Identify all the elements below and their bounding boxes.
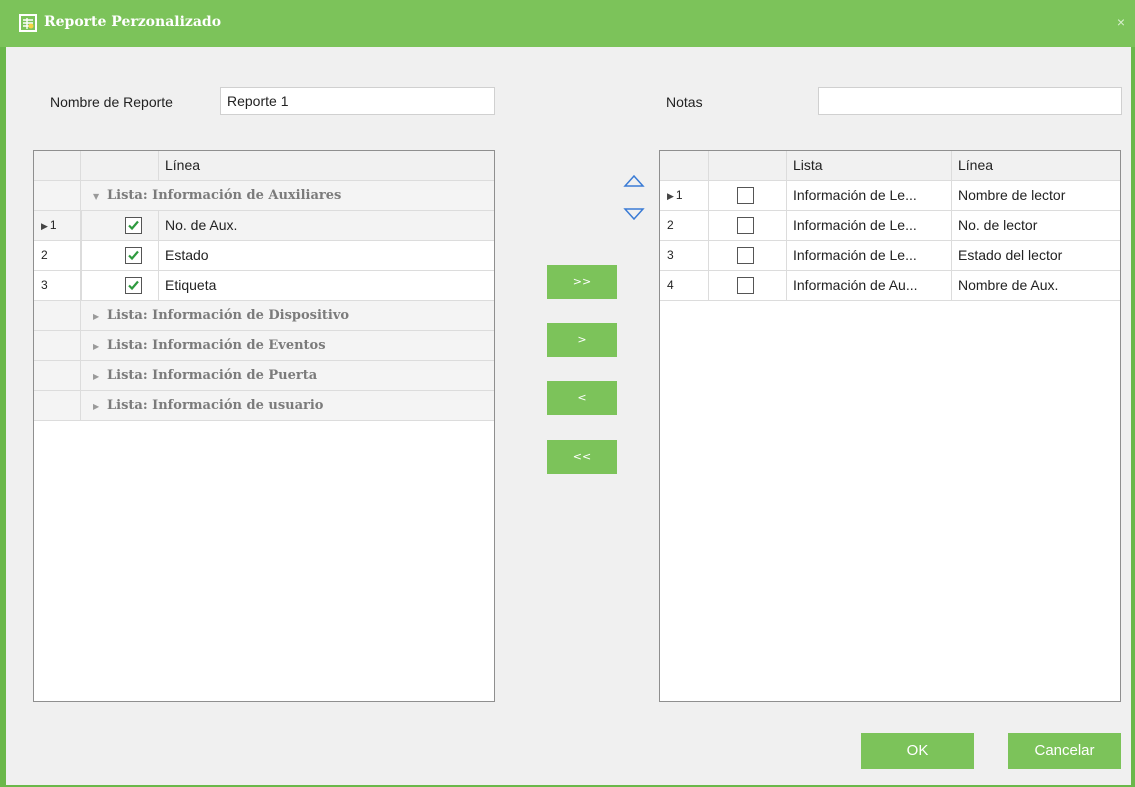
table-row[interactable]: 3 Etiqueta — [34, 271, 494, 301]
notes-input[interactable] — [818, 87, 1122, 115]
group-label: Lista: Información de Auxiliares — [107, 188, 342, 203]
group-label: Lista: Información de Dispositivo — [107, 308, 350, 323]
table-row[interactable]: ▶ 1 No. de Aux. — [34, 211, 494, 241]
title-bar: Reporte Perzonalizado × — [0, 0, 1135, 47]
row-checkbox[interactable] — [125, 247, 142, 264]
row-label: Estado — [165, 247, 209, 263]
grid-header-row: Línea — [34, 151, 494, 181]
available-fields-grid: Línea ▼ Lista: Información de Auxiliares … — [33, 150, 495, 702]
row-label: Etiqueta — [165, 277, 217, 293]
row-linea: Estado del lector — [958, 247, 1063, 263]
group-row-usuario[interactable]: ▶ Lista: Información de usuario — [34, 391, 494, 421]
row-checkbox[interactable] — [737, 247, 754, 264]
row-number: 3 — [660, 241, 709, 271]
report-name-label: Nombre de Reporte — [50, 94, 173, 110]
remove-all-button[interactable]: << — [547, 440, 617, 474]
row-number: 1 — [49, 218, 57, 232]
table-row[interactable]: ▶ 1 Información de Le... Nombre de lector — [660, 181, 1120, 211]
caret-right-icon[interactable]: ▶ — [93, 302, 107, 331]
group-row-puerta[interactable]: ▶ Lista: Información de Puerta — [34, 361, 494, 391]
table-row[interactable]: 3 Información de Le... Estado del lector — [660, 241, 1120, 271]
caret-right-icon[interactable]: ▶ — [93, 332, 107, 361]
row-lista: Información de Le... — [787, 211, 952, 241]
selected-fields-grid: Lista Línea ▶ 1 Información de Le... Nomb… — [659, 150, 1121, 702]
caret-right-icon[interactable]: ▶ — [93, 362, 107, 391]
group-row-dispositivo[interactable]: ▶ Lista: Información de Dispositivo — [34, 301, 494, 331]
row-checkbox[interactable] — [737, 187, 754, 204]
column-header-linea[interactable]: Línea — [952, 151, 1120, 181]
row-lista: Información de Au... — [787, 271, 952, 301]
current-row-pointer-icon: ▶ — [667, 191, 674, 201]
move-up-icon[interactable] — [623, 172, 645, 190]
check-icon — [128, 220, 139, 231]
group-label: Lista: Información de Eventos — [107, 338, 326, 353]
dialog-title: Reporte Perzonalizado — [44, 14, 222, 30]
report-name-input[interactable] — [220, 87, 495, 115]
close-icon[interactable]: × — [1117, 14, 1125, 30]
row-lista: Información de Le... — [787, 241, 952, 271]
cancel-button[interactable]: Cancelar — [1008, 733, 1121, 769]
check-icon — [128, 250, 139, 261]
row-checkbox[interactable] — [125, 217, 142, 234]
group-row-eventos[interactable]: ▶ Lista: Información de Eventos — [34, 331, 494, 361]
row-number: 1 — [675, 188, 683, 202]
row-number: 2 — [660, 211, 709, 241]
group-label: Lista: Información de Puerta — [107, 368, 318, 383]
row-checkbox[interactable] — [737, 217, 754, 234]
add-all-button[interactable]: >> — [547, 265, 617, 299]
row-linea: Nombre de Aux. — [958, 277, 1059, 293]
caret-down-icon[interactable]: ▼ — [93, 182, 107, 211]
table-row[interactable]: 4 Información de Au... Nombre de Aux. — [660, 271, 1120, 301]
current-row-pointer-icon: ▶ — [41, 221, 48, 231]
table-row[interactable]: 2 Información de Le... No. de lector — [660, 211, 1120, 241]
row-label: No. de Aux. — [165, 217, 238, 233]
group-label: Lista: Información de usuario — [107, 398, 324, 413]
row-number: 4 — [660, 271, 709, 301]
custom-report-dialog: Reporte Perzonalizado × Nombre de Report… — [0, 0, 1135, 787]
row-checkbox[interactable] — [125, 277, 142, 294]
row-number: 3 — [34, 271, 81, 301]
row-linea: No. de lector — [958, 217, 1038, 233]
notes-label: Notas — [666, 94, 703, 110]
move-down-icon[interactable] — [623, 205, 645, 223]
row-number: 2 — [34, 241, 81, 271]
table-row[interactable]: 2 Estado — [34, 241, 494, 271]
report-app-icon — [19, 14, 37, 32]
check-icon — [128, 280, 139, 291]
column-header-linea[interactable]: Línea — [159, 151, 494, 181]
ok-button[interactable]: OK — [861, 733, 974, 769]
row-checkbox[interactable] — [737, 277, 754, 294]
grid-header-row: Lista Línea — [660, 151, 1120, 181]
caret-right-icon[interactable]: ▶ — [93, 392, 107, 421]
add-selected-button[interactable]: > — [547, 323, 617, 357]
column-header-lista[interactable]: Lista — [787, 151, 952, 181]
row-linea: Nombre de lector — [958, 187, 1066, 203]
row-lista: Información de Le... — [787, 181, 952, 211]
remove-selected-button[interactable]: < — [547, 381, 617, 415]
group-row-auxiliares[interactable]: ▼ Lista: Información de Auxiliares — [34, 181, 494, 211]
